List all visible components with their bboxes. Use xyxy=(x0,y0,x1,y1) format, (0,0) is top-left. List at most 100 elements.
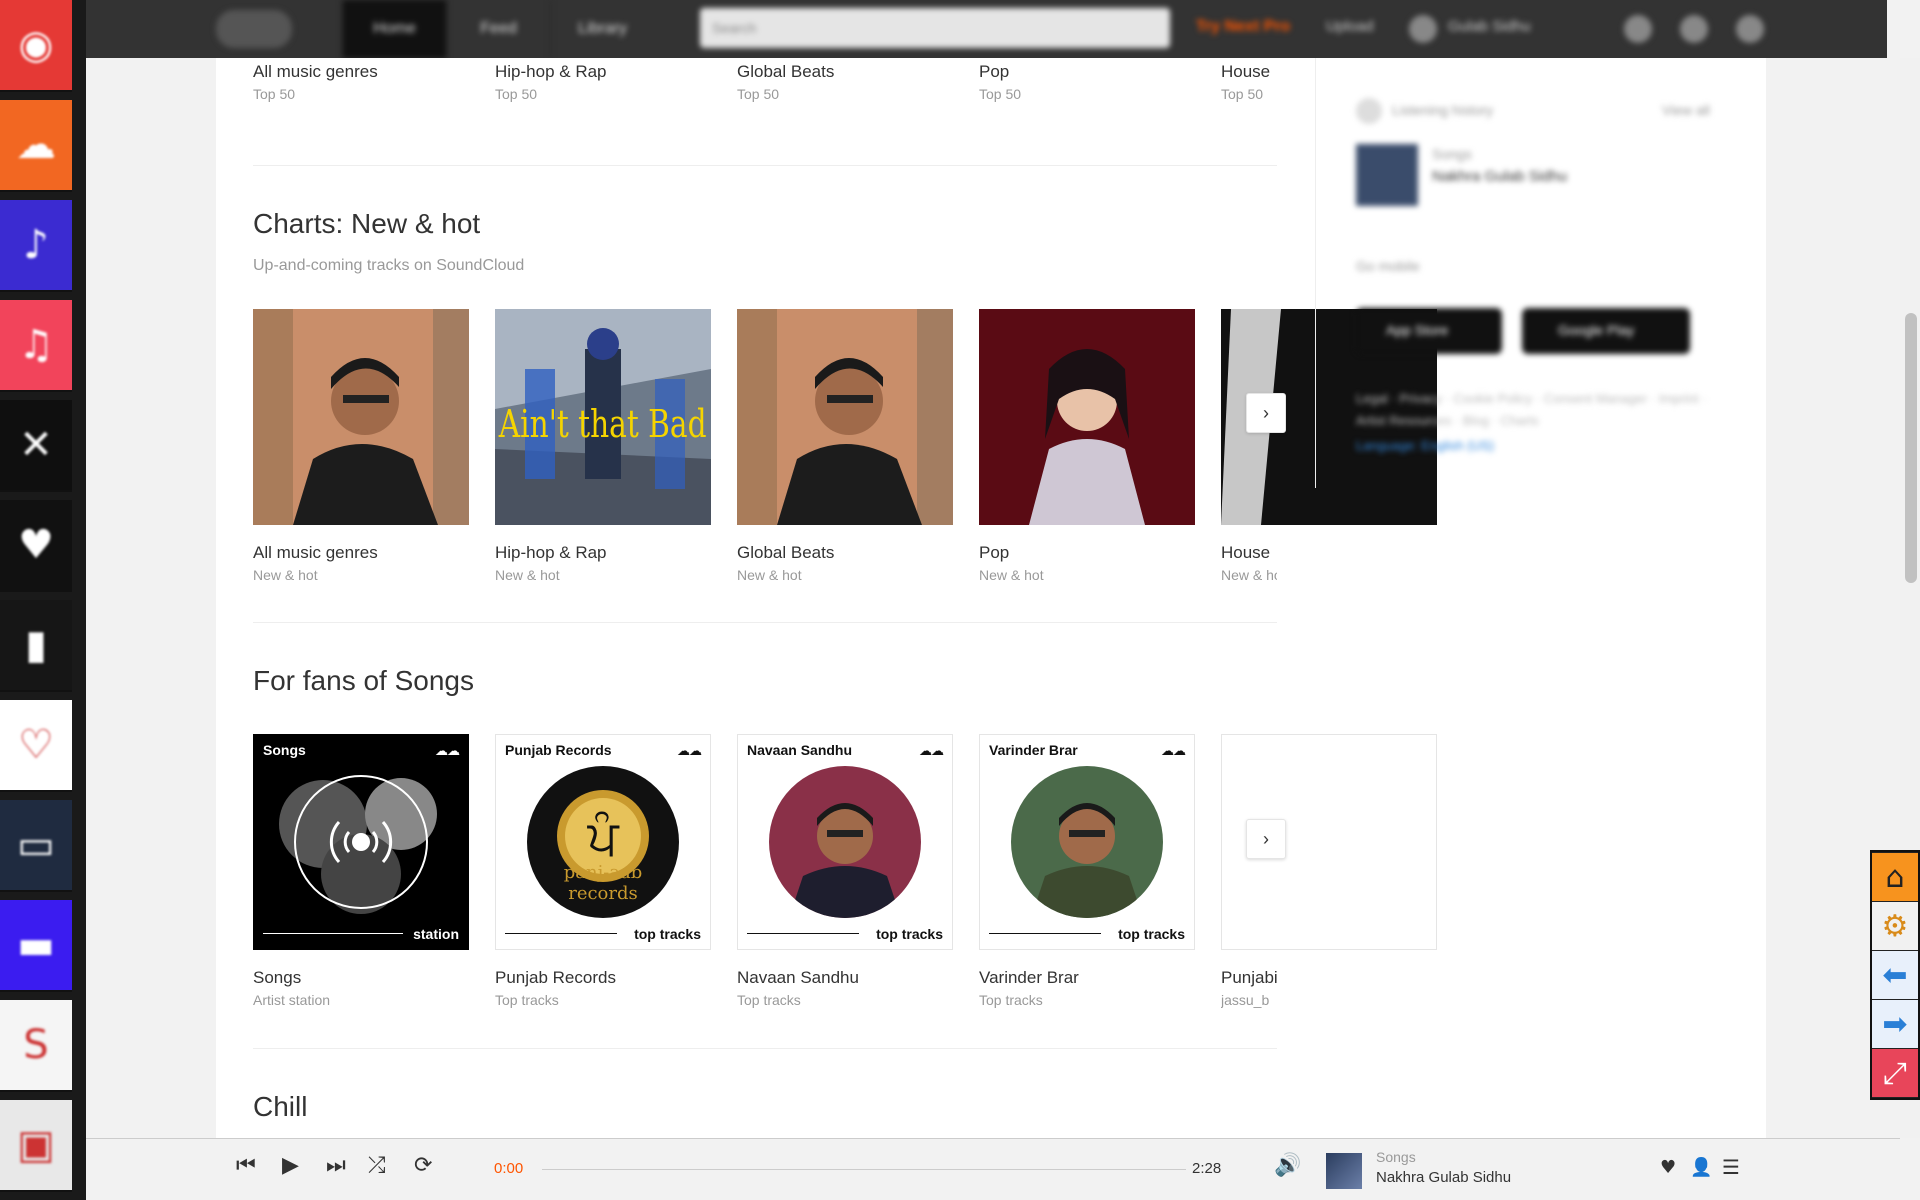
fans-card-subtitle[interactable]: Top tracks xyxy=(737,992,953,1008)
fans-artwork[interactable]: Navaan Sandhu ☁☁ top tracks xyxy=(737,734,953,950)
soundcloud-icon[interactable]: ☁ xyxy=(0,100,72,192)
view-all-link[interactable]: View all xyxy=(1662,102,1710,118)
chart-artwork[interactable] xyxy=(253,309,469,525)
history-track-artist[interactable]: Songs xyxy=(1432,146,1472,162)
chart-card-title[interactable]: All music genres xyxy=(253,543,469,563)
fans-card[interactable]: Varinder Brar ☁☁ top tracks Varinder Brar… xyxy=(979,734,1195,1008)
user-menu[interactable]: Gulab Sidhu xyxy=(1448,18,1531,35)
top50-card[interactable]: Pop Top 50 xyxy=(979,62,1195,102)
chart-card-title[interactable]: Global Beats xyxy=(737,543,953,563)
chart-card-subtitle[interactable]: New & hot xyxy=(979,567,1195,583)
queue-icon[interactable]: ☰ xyxy=(1722,1155,1740,1179)
top50-card-subtitle[interactable]: Top 50 xyxy=(979,86,1195,102)
chart-card-subtitle[interactable]: New & hot xyxy=(737,567,953,583)
soundcloud-logo-icon[interactable] xyxy=(216,10,292,48)
top50-card[interactable]: All music genres Top 50 xyxy=(253,62,469,102)
progress-bar[interactable] xyxy=(542,1169,1186,1170)
fans-card-title[interactable]: Punjabi xyxy=(1221,968,1277,988)
fans-card-subtitle[interactable]: Artist station xyxy=(253,992,469,1008)
tab-library[interactable]: Library xyxy=(550,0,654,58)
tab-home[interactable]: Home xyxy=(342,0,446,58)
radio-icon[interactable]: ▣ xyxy=(0,1100,72,1192)
amazon-music-icon[interactable]: ♪ xyxy=(0,200,72,292)
chart-card[interactable]: Pop New & hot xyxy=(979,309,1195,583)
repeat-icon[interactable]: ⟳ xyxy=(414,1153,432,1178)
top50-card-subtitle[interactable]: Top 50 xyxy=(737,86,953,102)
apple-music-icon[interactable]: ♫ xyxy=(0,300,72,392)
chart-artwork[interactable]: Ain't that Bad xyxy=(495,309,711,525)
charts-next-button[interactable]: › xyxy=(1246,393,1286,433)
follow-icon[interactable]: 👤 xyxy=(1690,1157,1712,1178)
listening-history-heading[interactable]: Listening history xyxy=(1392,102,1493,118)
history-track-art[interactable] xyxy=(1356,144,1418,206)
history-track-title[interactable]: Nakhra Gulab Sidhu xyxy=(1432,168,1567,185)
upgrade-link[interactable]: Try Next Pro xyxy=(1196,18,1290,36)
arrow-left-icon[interactable]: ⬅ xyxy=(1872,951,1918,999)
more-icon[interactable] xyxy=(1736,15,1764,43)
top50-card[interactable]: House Top 50 xyxy=(1221,62,1277,102)
chart-card-subtitle[interactable]: New & hot xyxy=(495,567,711,583)
chart-card-subtitle[interactable]: New & hot xyxy=(253,567,469,583)
fans-card-subtitle[interactable]: Top tracks xyxy=(495,992,711,1008)
fans-card[interactable]: Songs ☁☁ station Songs Artist station xyxy=(253,734,469,1008)
avatar[interactable] xyxy=(1409,15,1437,43)
iheart-icon[interactable]: ♡ xyxy=(0,700,72,792)
play-icon[interactable]: ▶ xyxy=(282,1153,299,1178)
previous-icon[interactable]: ⏮ xyxy=(236,1153,256,1178)
tab-feed[interactable]: Feed xyxy=(446,0,550,58)
language-link[interactable]: Language: English (US) xyxy=(1356,438,1494,453)
now-playing-title[interactable]: Nakhra Gulab Sidhu xyxy=(1376,1169,1511,1186)
fans-card[interactable]: Punjab Records ☁☁ ਪੰ panj-aab records to… xyxy=(495,734,711,1008)
like-icon[interactable]: ♥ xyxy=(1660,1157,1676,1178)
deezer-bars-icon[interactable]: ▮ xyxy=(0,600,72,692)
arrow-right-icon[interactable]: ➡ xyxy=(1872,1000,1918,1048)
chart-card-title[interactable]: Hip-hop & Rap xyxy=(495,543,711,563)
fans-card-title[interactable]: Navaan Sandhu xyxy=(737,968,953,988)
fans-card-title[interactable]: Punjab Records xyxy=(495,968,711,988)
volume-icon[interactable]: 🔊 xyxy=(1274,1153,1301,1178)
gaana-icon[interactable]: ▬ xyxy=(0,900,72,992)
next-icon[interactable]: ⏭ xyxy=(326,1153,346,1178)
fans-artwork[interactable]: Songs ☁☁ station xyxy=(253,734,469,950)
gear-icon[interactable]: ⚙ xyxy=(1872,902,1918,950)
now-playing-art[interactable] xyxy=(1326,1153,1362,1189)
fans-card-title[interactable]: Songs xyxy=(253,968,469,988)
fans-artwork[interactable]: Punjab Records ☁☁ ਪੰ panj-aab records to… xyxy=(495,734,711,950)
scrollbar-thumb[interactable] xyxy=(1905,313,1917,583)
fans-next-button[interactable]: › xyxy=(1246,819,1286,859)
top50-card[interactable]: Hip-hop & Rap Top 50 xyxy=(495,62,711,102)
top50-card-subtitle[interactable]: Top 50 xyxy=(1221,86,1277,102)
chart-card-subtitle[interactable]: New & hot xyxy=(1221,567,1277,583)
chart-card[interactable]: Global Beats New & hot xyxy=(737,309,953,583)
chart-card-title[interactable]: Pop xyxy=(979,543,1195,563)
google-play-badge[interactable]: Google Play xyxy=(1522,308,1690,354)
chart-card[interactable]: All music genres New & hot xyxy=(253,309,469,583)
top50-card-title[interactable]: Hip-hop & Rap xyxy=(495,62,711,82)
notifications-icon[interactable] xyxy=(1624,15,1652,43)
search-input[interactable]: Search xyxy=(700,8,1170,48)
footer-links[interactable]: Legal · Privacy · Cookie Policy · Consen… xyxy=(1356,388,1716,432)
jiosaavn-icon[interactable]: S xyxy=(0,1000,72,1092)
upload-link[interactable]: Upload xyxy=(1326,18,1374,35)
chart-card[interactable]: House New & hot xyxy=(1221,309,1437,583)
fans-card[interactable]: Punjabi jassu_b xyxy=(1221,734,1437,1008)
chart-card-title[interactable]: House xyxy=(1221,543,1277,563)
shuffle-icon[interactable]: ⤮ xyxy=(368,1153,386,1178)
fans-card-subtitle[interactable]: Top tracks xyxy=(979,992,1195,1008)
top50-card-title[interactable]: Global Beats xyxy=(737,62,953,82)
fans-card[interactable]: Navaan Sandhu ☁☁ top tracks Navaan Sandhu… xyxy=(737,734,953,1008)
fans-artwork[interactable]: Varinder Brar ☁☁ top tracks xyxy=(979,734,1195,950)
tidal-icon[interactable]: ▭ xyxy=(0,800,72,892)
top50-card[interactable]: Global Beats Top 50 xyxy=(737,62,953,102)
youtube-music-icon[interactable]: ◉ xyxy=(0,0,72,92)
fans-card-title[interactable]: Varinder Brar xyxy=(979,968,1195,988)
app-store-badge[interactable]: App Store xyxy=(1356,308,1502,354)
chart-card[interactable]: Ain't that Bad Hip-hop & Rap New & hot xyxy=(495,309,711,583)
now-playing-artist[interactable]: Songs xyxy=(1376,1149,1416,1165)
home-icon[interactable]: ⌂ xyxy=(1872,853,1918,901)
expand-icon[interactable]: ⤢ xyxy=(1872,1049,1918,1097)
deezer-icon[interactable]: ♥ xyxy=(0,500,72,592)
top50-card-title[interactable]: All music genres xyxy=(253,62,469,82)
top50-card-title[interactable]: House xyxy=(1221,62,1277,82)
chart-artwork[interactable] xyxy=(979,309,1195,525)
